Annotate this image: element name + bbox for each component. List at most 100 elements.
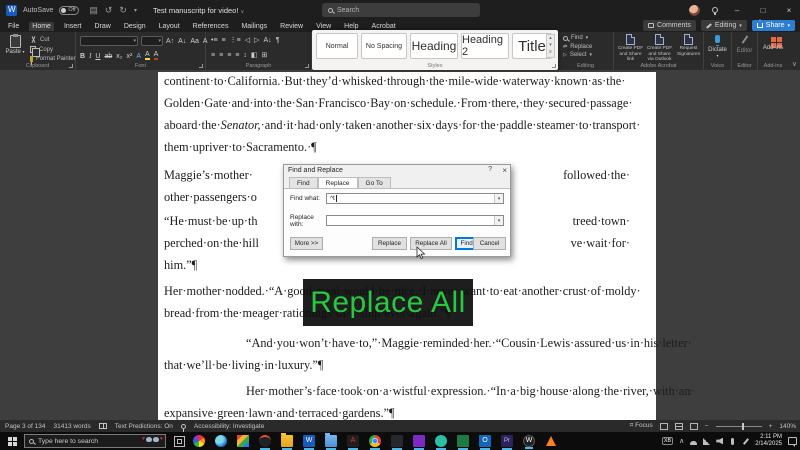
italic-button[interactable]: I: [89, 52, 91, 60]
borders-button[interactable]: ⊞: [262, 51, 268, 59]
style-heading-1[interactable]: Heading: [410, 33, 458, 59]
subscript-button[interactable]: x₂: [116, 53, 122, 60]
superscript-button[interactable]: x²: [126, 53, 132, 60]
taskbar-app-edge[interactable]: [215, 435, 227, 447]
more-button[interactable]: More >>: [290, 237, 323, 250]
customize-qat-icon[interactable]: ▾: [134, 7, 137, 14]
redo-icon[interactable]: ↻: [119, 5, 127, 16]
align-right-button[interactable]: ≡: [227, 52, 231, 59]
justify-button[interactable]: ≡: [235, 52, 239, 59]
cut-button[interactable]: Cut: [30, 36, 76, 43]
pen-tray-icon[interactable]: [742, 437, 750, 445]
strikethrough-button[interactable]: ab: [104, 53, 112, 60]
share-button[interactable]: Share ▾: [751, 18, 795, 31]
request-signatures-button[interactable]: Request Signatures: [674, 34, 703, 63]
taskbar-app-file-explorer[interactable]: [281, 433, 293, 450]
taskbar-app-purple[interactable]: [413, 435, 425, 450]
hidden-icons-chevron[interactable]: ∧: [679, 437, 684, 445]
dialog-close-button[interactable]: ×: [502, 166, 507, 175]
taskbar-app-premiere[interactable]: Pr: [501, 435, 513, 450]
tab-review[interactable]: Review: [280, 23, 303, 30]
decrease-indent-button[interactable]: ◁: [245, 36, 250, 44]
collapse-ribbon-icon[interactable]: ∨: [792, 60, 797, 68]
shrink-font-button[interactable]: A↓: [178, 38, 186, 45]
undo-icon[interactable]: ↺: [105, 5, 113, 16]
underline-button[interactable]: U: [95, 53, 100, 60]
search-box[interactable]: Search: [322, 3, 480, 17]
bold-button[interactable]: B: [80, 53, 85, 60]
cancel-button[interactable]: Cancel: [473, 237, 506, 250]
print-layout-icon[interactable]: [674, 422, 683, 430]
clipboard-dialog-launcher-icon[interactable]: [69, 64, 73, 68]
taskbar-app-green[interactable]: [457, 435, 469, 450]
paste-button[interactable]: Paste ▾: [5, 34, 25, 55]
styles-gallery-scroll[interactable]: ▴ ▾ ≡: [546, 34, 555, 58]
text-effects-button[interactable]: A: [136, 53, 141, 60]
ideas-icon[interactable]: [712, 7, 718, 15]
task-view-button[interactable]: [174, 435, 185, 447]
focus-mode-button[interactable]: ⌗ Focus: [630, 422, 653, 430]
taskbar-app-acrobat[interactable]: A: [347, 435, 359, 450]
word-count-status[interactable]: 31413 words: [53, 423, 90, 430]
maximize-button[interactable]: □: [756, 6, 770, 15]
create-pdf-outlook-button[interactable]: Create PDF and Share via Outlook: [645, 34, 674, 63]
microphone-tray-icon[interactable]: [729, 437, 736, 445]
find-button[interactable]: Find ▾: [563, 35, 592, 41]
taskbar-app-code[interactable]: [391, 435, 403, 450]
network-icon[interactable]: [703, 437, 711, 445]
taskbar-search-box[interactable]: Type here to search ♥ ♥: [24, 434, 166, 448]
page-number-status[interactable]: Page 3 of 134: [5, 423, 45, 430]
replace-dropdown-icon[interactable]: ▾: [494, 216, 503, 225]
tab-insert[interactable]: Insert: [64, 23, 82, 30]
tab-view[interactable]: View: [316, 23, 331, 30]
dialog-replace-button[interactable]: Replace: [372, 237, 407, 250]
line-spacing-button[interactable]: ↕: [243, 52, 247, 59]
clock[interactable]: 2:11 PM 2/14/2025: [755, 434, 782, 448]
shading-button[interactable]: ◧: [251, 51, 258, 59]
zoom-out-button[interactable]: −: [705, 423, 709, 430]
taskbar-app-chrome[interactable]: [369, 435, 381, 450]
zoom-slider-thumb[interactable]: [741, 422, 744, 430]
show-formatting-marks-button[interactable]: ¶: [276, 37, 280, 44]
tab-references[interactable]: References: [193, 23, 229, 30]
notifications-icon[interactable]: [788, 437, 797, 447]
taskbar-app-photos[interactable]: [237, 435, 249, 447]
tab-design[interactable]: Design: [124, 23, 146, 30]
taskbar-app-vlc[interactable]: [545, 435, 557, 447]
font-name-combo[interactable]: [80, 36, 138, 46]
comments-button[interactable]: Comments: [643, 20, 696, 31]
style-normal[interactable]: Normal: [316, 33, 358, 59]
select-button[interactable]: ▷ Select ▾: [563, 52, 592, 58]
create-pdf-share-link-button[interactable]: Create PDF and Share link: [616, 34, 645, 63]
taskbar-app-color-wheel[interactable]: [193, 435, 205, 447]
web-layout-icon[interactable]: [689, 422, 698, 430]
tab-draw[interactable]: Draw: [94, 23, 110, 30]
taskbar-app-outlook[interactable]: O: [479, 435, 491, 450]
style-heading-2[interactable]: Heading 2: [461, 33, 509, 59]
taskbar-app-word[interactable]: W: [303, 435, 315, 450]
taskbar-app-teal[interactable]: [435, 435, 447, 450]
close-button[interactable]: ×: [782, 6, 796, 15]
tab-home[interactable]: Home: [29, 21, 54, 31]
start-button[interactable]: [0, 436, 24, 446]
tab-layout[interactable]: Layout: [159, 23, 180, 30]
font-size-combo[interactable]: [141, 36, 163, 46]
editor-button[interactable]: Editor: [732, 35, 757, 54]
find-what-input[interactable]: ^t ▾: [326, 193, 504, 204]
avatar[interactable]: [689, 4, 700, 16]
replace-with-input[interactable]: ▾: [326, 215, 504, 226]
autosave-toggle[interactable]: Off: [59, 5, 80, 15]
text-predictions-status[interactable]: Text Predictions: On: [115, 423, 173, 430]
editing-mode-button[interactable]: Editing ▾: [700, 20, 747, 31]
cloud-icon[interactable]: [690, 438, 698, 445]
paragraph-dialog-launcher-icon[interactable]: [305, 64, 309, 68]
bullets-button[interactable]: •≡: [211, 37, 218, 44]
replace-button[interactable]: ⇄ Replace: [563, 44, 592, 50]
change-case-button[interactable]: Aa: [190, 38, 199, 45]
copy-button[interactable]: Copy: [30, 46, 76, 57]
read-mode-icon[interactable]: [659, 422, 668, 430]
addins-button[interactable]: Add-ins: [758, 35, 788, 51]
grow-font-button[interactable]: A↑: [166, 38, 174, 45]
tab-file[interactable]: File: [8, 23, 19, 30]
zoom-in-button[interactable]: +: [769, 423, 773, 430]
